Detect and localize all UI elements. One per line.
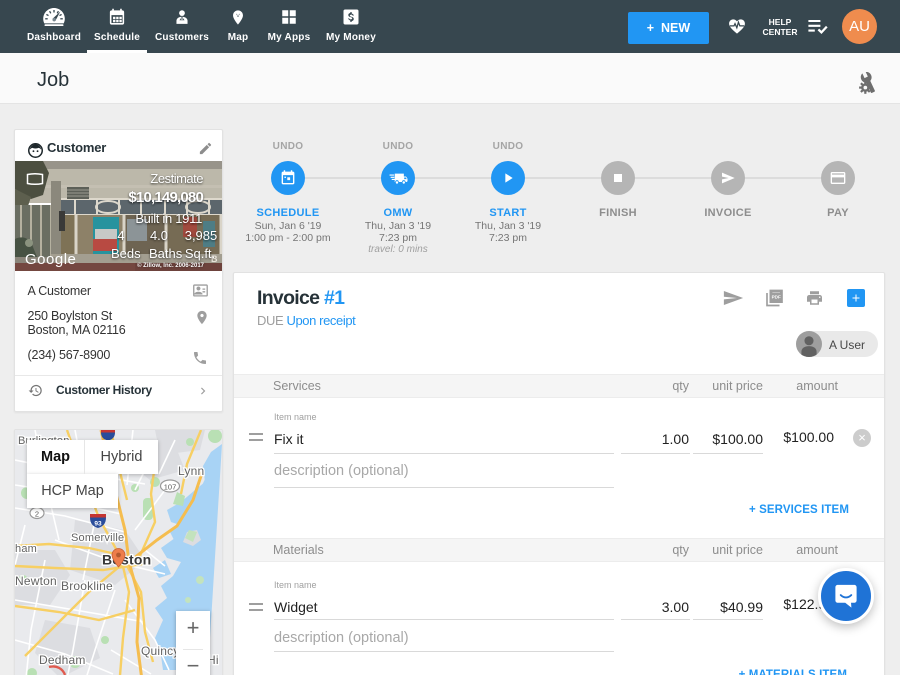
svg-text:2: 2 [35,510,39,519]
svg-text:Brookline: Brookline [61,579,113,593]
svg-text:93: 93 [94,521,102,528]
svg-text:Boston: Boston [102,552,151,568]
svg-text:Quincy: Quincy [141,644,180,658]
svg-text:PDF: PDF [772,295,781,300]
svg-text:107: 107 [164,483,177,492]
svg-text:Newton: Newton [15,574,57,588]
svg-text:Dedham: Dedham [39,653,86,667]
svg-text:Lynn: Lynn [178,464,204,478]
svg-text:ham: ham [15,543,37,555]
svg-text:Somerville: Somerville [71,532,124,544]
